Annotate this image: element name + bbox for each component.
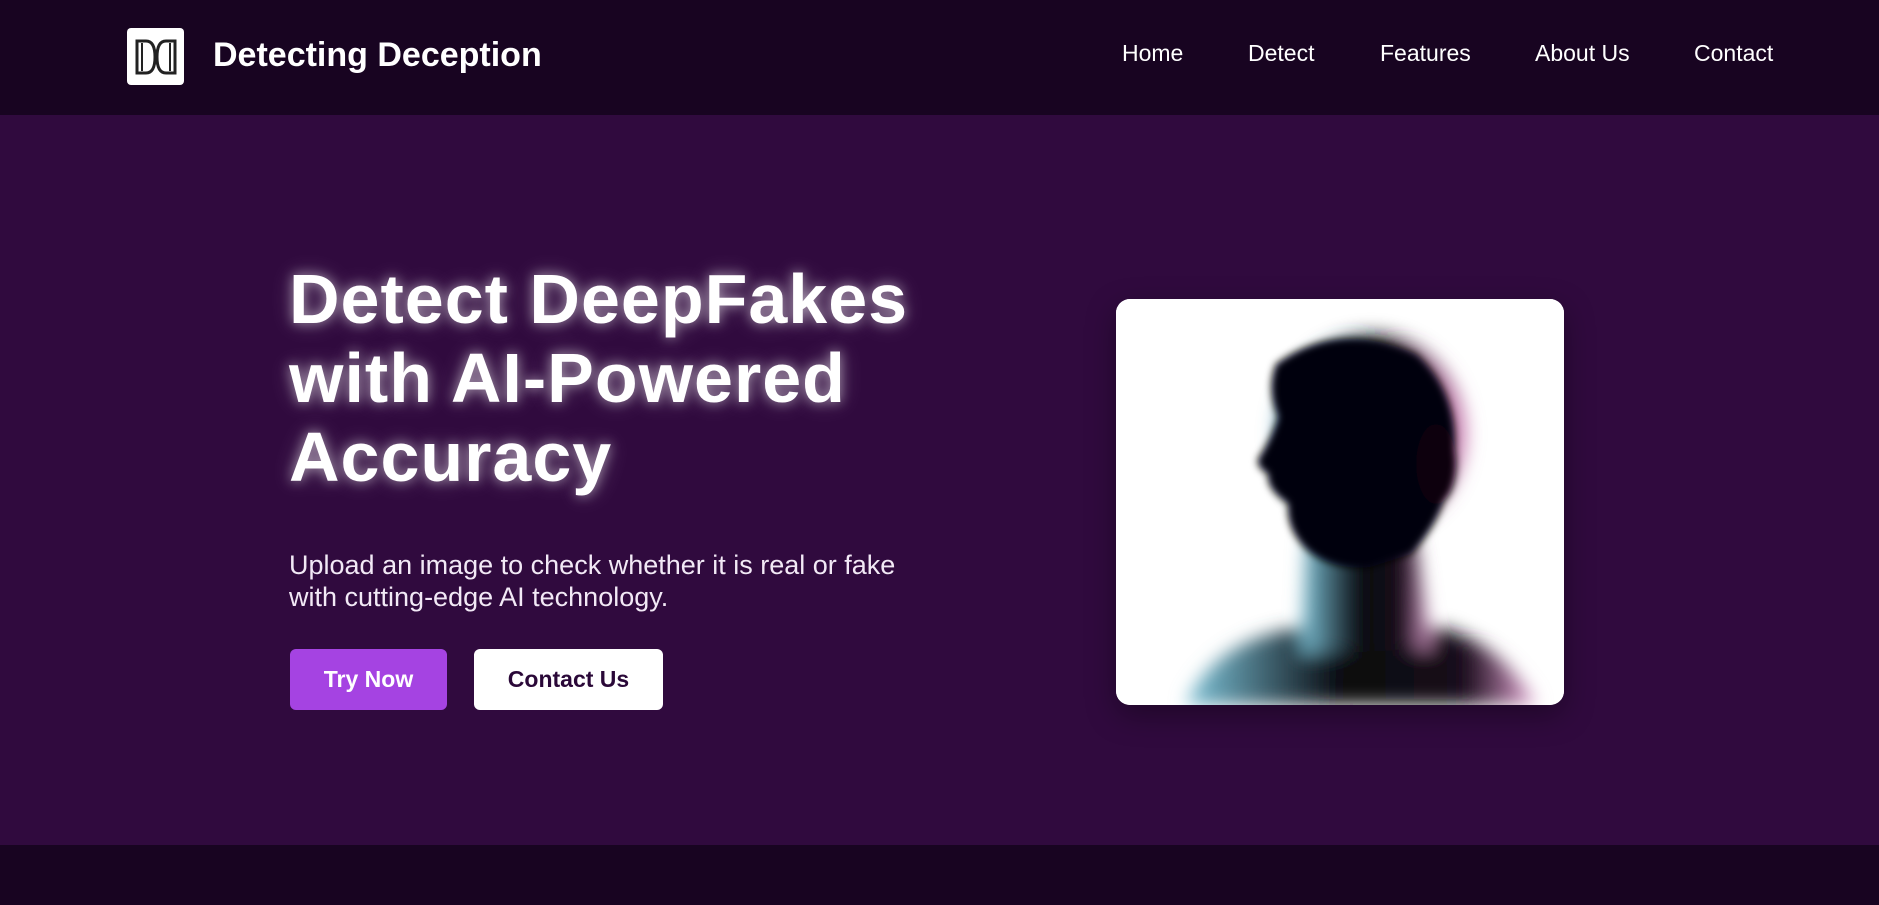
- contact-us-button[interactable]: Contact Us: [474, 649, 663, 710]
- nav-link-contact[interactable]: Contact: [1694, 40, 1773, 67]
- hero-title: Detect DeepFakes with AI-Powered Accurac…: [289, 260, 989, 497]
- hero-title-line-1: Detect DeepFakes: [289, 260, 909, 338]
- hero-subtitle-line-2: with cutting-edge AI technology.: [289, 582, 669, 612]
- hero-image-card: [1116, 299, 1564, 705]
- try-now-button[interactable]: Try Now: [290, 649, 447, 710]
- main-nav: Home Detect Features About Us Contact: [0, 40, 1879, 72]
- nav-link-detect[interactable]: Detect: [1248, 40, 1314, 67]
- hero-title-line-2: with AI-Powered: [289, 339, 846, 417]
- nav-link-home[interactable]: Home: [1122, 40, 1183, 67]
- ai-head-illustration: [1116, 299, 1564, 705]
- top-navbar: Detecting Deception Home Detect Features…: [0, 0, 1879, 115]
- nav-link-about-us[interactable]: About Us: [1535, 40, 1630, 67]
- hero-subtitle-line-1: Upload an image to check whether it is r…: [289, 550, 896, 580]
- footer-strip: [0, 845, 1879, 905]
- hero-subtitle: Upload an image to check whether it is r…: [289, 549, 949, 613]
- nav-link-features[interactable]: Features: [1380, 40, 1471, 67]
- hero-title-line-3: Accuracy: [289, 418, 613, 496]
